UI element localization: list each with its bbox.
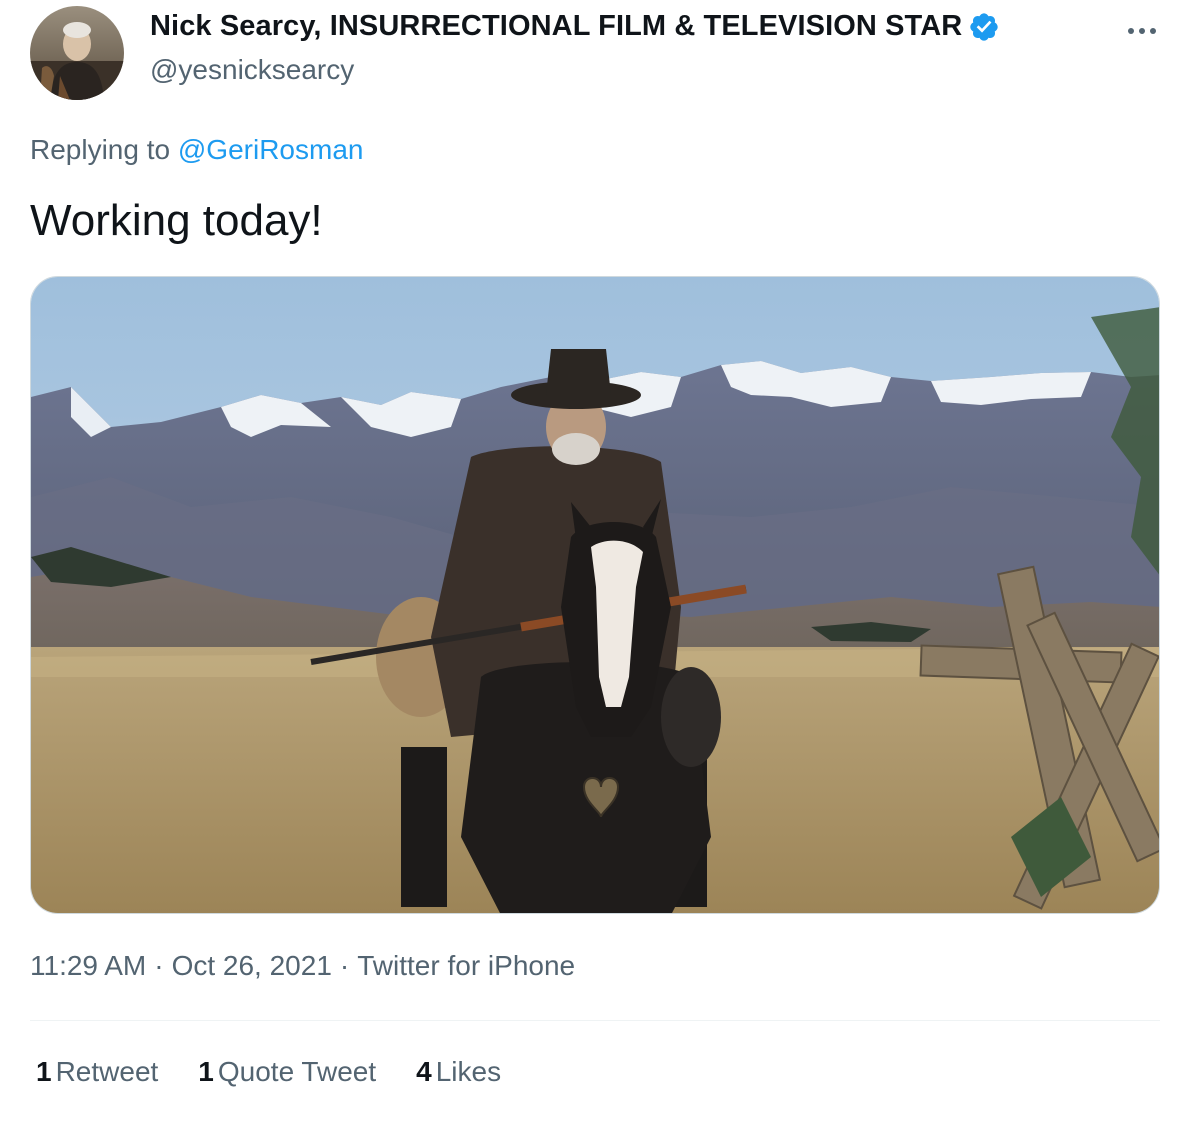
author-name-row[interactable]: Nick Searcy, INSURRECTIONAL FILM & TELEV…: [150, 10, 1000, 43]
tweet-source[interactable]: Twitter for iPhone: [357, 950, 575, 981]
tweet-detail: Nick Searcy, INSURRECTIONAL FILM & TELEV…: [0, 0, 1188, 1121]
retweets-label: Retweet: [55, 1056, 159, 1087]
quote-tweets-stat[interactable]: 1 Quote Tweet: [198, 1056, 376, 1088]
tweet-date[interactable]: Oct 26, 2021: [172, 950, 332, 981]
more-dot: [1128, 28, 1134, 34]
retweets-stat[interactable]: 1 Retweet: [36, 1056, 158, 1088]
photo-image: [31, 277, 1159, 913]
likes-label: Likes: [435, 1056, 502, 1087]
tweet-text: Working today!: [30, 196, 323, 245]
likes-count: 4: [416, 1056, 432, 1087]
quote-tweets-label: Quote Tweet: [217, 1056, 377, 1087]
meta-separator: ·: [154, 950, 164, 981]
author-avatar[interactable]: [30, 6, 124, 100]
tweet-stats: 1 Retweet 1 Quote Tweet 4 Likes: [36, 1056, 541, 1088]
author-display-name[interactable]: Nick Searcy, INSURRECTIONAL FILM & TELEV…: [150, 10, 962, 43]
verified-badge-icon: [968, 11, 1000, 43]
author-handle[interactable]: @yesnicksearcy: [150, 54, 354, 86]
quote-tweets-count: 1: [198, 1056, 214, 1087]
more-options-icon[interactable]: [1122, 16, 1162, 46]
more-dot: [1150, 28, 1156, 34]
avatar-image: [30, 6, 124, 100]
replying-to-prefix: Replying to: [30, 134, 171, 165]
replying-to: Replying to @GeriRosman: [30, 134, 363, 166]
tweet-photo[interactable]: [30, 276, 1160, 914]
retweets-count: 1: [36, 1056, 52, 1087]
meta-separator: ·: [339, 950, 350, 981]
tweet-meta: 11:29 AM · Oct 26, 2021 · Twitter for iPhone: [30, 950, 575, 982]
likes-stat[interactable]: 4 Likes: [416, 1056, 501, 1088]
tweet-time[interactable]: 11:29 AM: [30, 950, 146, 981]
more-dot: [1139, 28, 1145, 34]
divider: [30, 1020, 1160, 1021]
replying-to-handle-link[interactable]: @GeriRosman: [178, 134, 364, 165]
